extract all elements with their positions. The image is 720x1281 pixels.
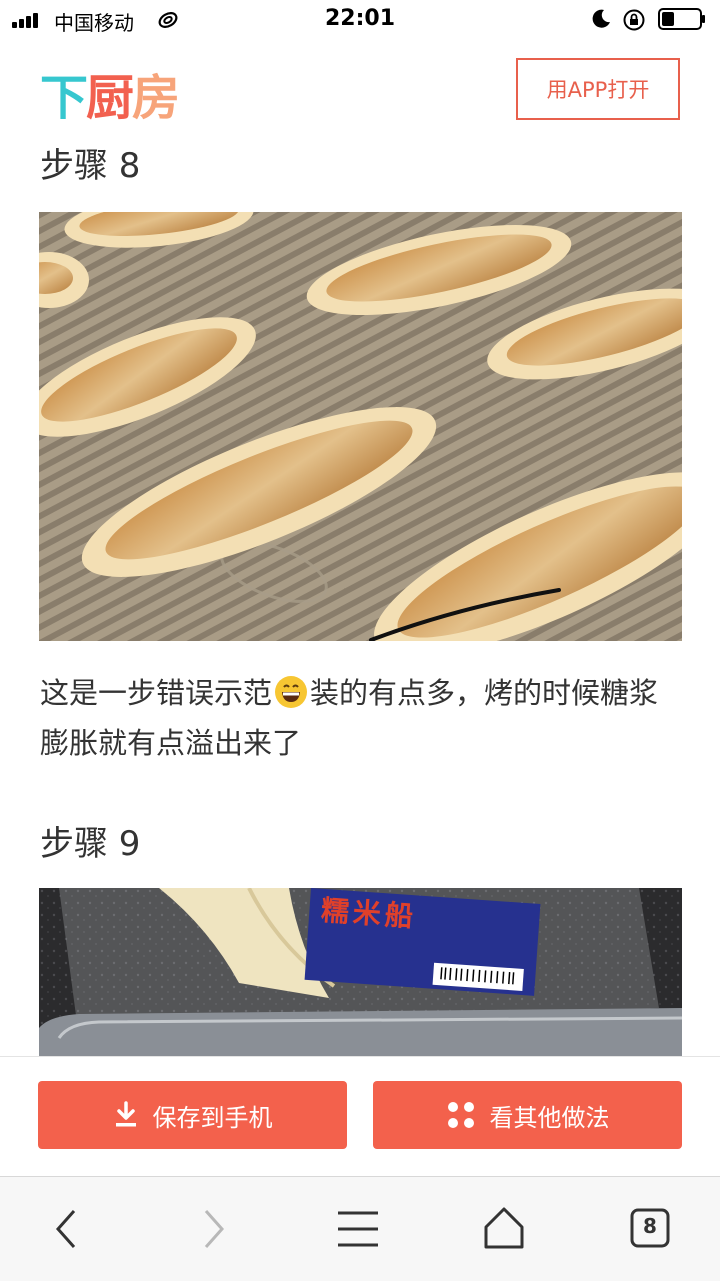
save-to-phone-button[interactable]: 保存到手机 <box>38 1081 347 1149</box>
browser-toolbar: 8 <box>0 1176 720 1281</box>
logo-char-3: 房 <box>132 70 180 126</box>
description-text: 这是一步错误示范 <box>40 676 273 710</box>
grid-dots-icon <box>447 1102 474 1128</box>
menu-icon[interactable] <box>330 1201 386 1257</box>
battery-icon <box>658 8 705 30</box>
tabs-button[interactable]: 8 <box>622 1201 678 1257</box>
action-bar: 保存到手机 看其他做法 <box>0 1056 720 1177</box>
back-icon[interactable] <box>38 1201 94 1257</box>
status-time: 22:01 <box>324 6 396 31</box>
status-bar: 中国移动 22:01 <box>0 0 720 40</box>
step-8-photo[interactable] <box>39 212 682 641</box>
open-in-app-button[interactable]: 用APP打开 <box>516 58 680 120</box>
home-icon[interactable] <box>476 1201 532 1257</box>
moon-icon <box>592 9 610 28</box>
download-icon <box>115 1101 136 1127</box>
grinning-face-emoji <box>275 676 308 708</box>
forward-icon[interactable] <box>186 1201 242 1257</box>
other-recipes-button[interactable]: 看其他做法 <box>373 1081 682 1149</box>
other-button-label: 看其他做法 <box>489 1103 610 1132</box>
logo-char-1: 下 <box>40 70 88 126</box>
site-logo[interactable]: 下厨房 <box>40 58 180 128</box>
step-9-title: 步骤 9 <box>40 824 141 864</box>
orientation-lock-icon <box>623 9 645 31</box>
step-9-photo[interactable]: 糯米船 <box>39 888 682 1056</box>
step-8-title: 步骤 8 <box>40 146 141 186</box>
package-label: 糯米船 <box>319 893 418 934</box>
step-8-description: 这是一步错误示范 装的有点多，烤的时候糖浆膨胀就有点溢出来了 <box>40 668 684 768</box>
logo-char-2: 厨 <box>86 70 134 126</box>
save-button-label: 保存到手机 <box>152 1103 273 1132</box>
tab-count: 8 <box>643 1214 657 1238</box>
